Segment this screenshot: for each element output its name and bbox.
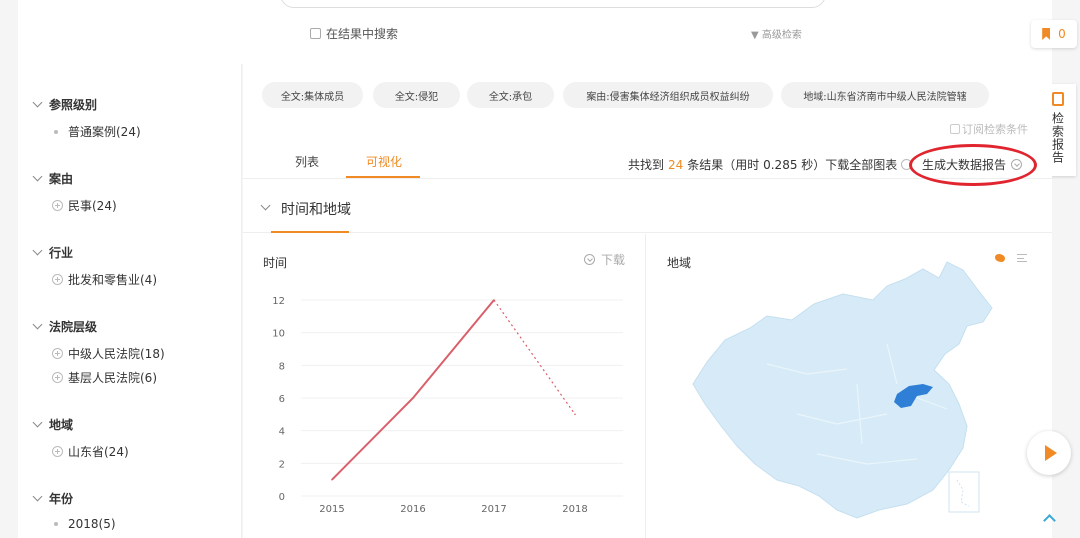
search-in-results-label: 在结果中搜索 xyxy=(326,27,399,41)
play-button[interactable] xyxy=(1027,431,1071,475)
advanced-search-link[interactable]: ▼ 高级检索 xyxy=(751,26,802,41)
y-tick-label: 12 xyxy=(272,296,285,307)
section-header-time-region[interactable]: 时间和地域 xyxy=(243,179,1052,233)
series-line-projected xyxy=(493,299,576,415)
results-count: 24 xyxy=(668,157,684,172)
south-sea-inset xyxy=(948,471,980,513)
expand-plus-icon[interactable] xyxy=(52,372,63,383)
y-tick-label: 0 xyxy=(279,492,285,503)
bookmark-icon xyxy=(1042,28,1051,40)
filter-item[interactable]: 中级人民法院(18) xyxy=(52,345,165,362)
section-title: 时间和地域 xyxy=(281,202,351,218)
filter-item[interactable]: 2018(5) xyxy=(52,517,116,531)
china-map-region xyxy=(692,261,993,519)
time-line-chart: 0 2 4 6 8 10 12 2015 2016 2017 2018 xyxy=(272,296,623,515)
chevron-down-icon xyxy=(32,319,43,330)
x-tick-label: 2017 xyxy=(481,504,506,515)
filter-chip[interactable]: 全文:集体成员 xyxy=(262,82,363,108)
y-tick-label: 4 xyxy=(279,427,285,438)
y-tick-label: 10 xyxy=(272,329,285,340)
china-map xyxy=(692,261,993,519)
x-tick-label: 2015 xyxy=(319,504,344,515)
search-in-results-option[interactable]: 在结果中搜索 xyxy=(310,25,398,42)
favorites-button[interactable]: 0 xyxy=(1031,20,1077,48)
main-content: 全文:集体成员 全文:侵犯 全文:承包 案由:侵害集体经济组织成员权益纠纷 地域… xyxy=(243,64,1052,538)
data-point[interactable] xyxy=(493,299,495,301)
data-point[interactable] xyxy=(412,397,414,399)
filter-chip[interactable]: 全文:承包 xyxy=(467,82,554,108)
data-point[interactable] xyxy=(574,413,576,416)
results-prefix: 共找到 xyxy=(628,158,665,172)
filter-item[interactable]: 民事(24) xyxy=(52,197,117,214)
search-input[interactable] xyxy=(280,0,826,8)
results-summary: 共找到 24 条结果（用时 0.285 秒）下载全部图表 xyxy=(628,156,918,173)
search-report-label: 检索报告 xyxy=(1050,112,1065,164)
x-tick-label: 2018 xyxy=(562,504,587,515)
filter-sidebar: 参照级别 普通案例(24) 案由 民事(24) 行业 批发和零售业(4) 法院层… xyxy=(18,64,242,538)
top-search-area: 在结果中搜索 ▼ 高级检索 xyxy=(18,0,1052,64)
y-tick-label: 8 xyxy=(279,361,285,372)
filter-item[interactable]: 山东省(24) xyxy=(52,443,129,460)
expand-plus-icon[interactable] xyxy=(52,348,63,359)
filter-chip[interactable]: 全文:侵犯 xyxy=(373,82,460,108)
subscribe-checkbox[interactable] xyxy=(950,124,960,134)
south-sea-islands xyxy=(956,479,970,507)
bullet-icon xyxy=(54,522,58,526)
subscribe-label: 订阅检索条件 xyxy=(962,123,1028,136)
chevron-down-icon xyxy=(32,417,43,428)
tab-visualization[interactable]: 可视化 xyxy=(366,153,402,170)
filter-group-title[interactable]: 法院层级 xyxy=(32,318,97,335)
section-title-underline xyxy=(271,231,349,233)
y-tick-label: 6 xyxy=(279,394,285,405)
bullet-icon xyxy=(54,129,58,134)
favorites-count: 0 xyxy=(1058,27,1066,41)
region-map-panel: 地域 xyxy=(647,234,1052,538)
search-in-results-checkbox[interactable] xyxy=(310,28,321,39)
filter-chip[interactable]: 地域:山东省济南市中级人民法院管辖 xyxy=(781,82,989,108)
chevron-down-icon xyxy=(32,491,43,502)
filter-group-title[interactable]: 参照级别 xyxy=(32,96,97,113)
time-chart-panel: 时间 下载 0 2 4 6 8 10 12 2015 2016 2017 2018 xyxy=(243,234,646,538)
filter-chip[interactable]: 案由:侵害集体经济组织成员权益纠纷 xyxy=(563,82,773,108)
filter-group-title[interactable]: 地域 xyxy=(32,416,73,433)
play-icon xyxy=(1045,445,1057,461)
filter-item[interactable]: 基层人民法院(6) xyxy=(52,369,157,386)
download-all-charts-link[interactable]: 条结果（用时 0.285 秒）下载全部图表 xyxy=(687,156,897,173)
filter-item[interactable]: 普通案例(24) xyxy=(52,123,141,140)
chevron-down-icon xyxy=(32,171,43,182)
filter-group-title[interactable]: 年份 xyxy=(32,490,73,507)
y-tick-label: 2 xyxy=(279,459,285,470)
chevron-down-icon xyxy=(260,200,271,211)
filter-group-title[interactable]: 案由 xyxy=(32,170,73,187)
chevron-down-icon xyxy=(32,245,43,256)
expand-plus-icon[interactable] xyxy=(52,274,63,285)
report-icon xyxy=(1052,92,1064,106)
tab-list[interactable]: 列表 xyxy=(295,153,319,170)
filter-item[interactable]: 批发和零售业(4) xyxy=(52,271,157,288)
filter-group-title[interactable]: 行业 xyxy=(32,244,73,261)
x-tick-label: 2016 xyxy=(400,504,425,515)
series-line xyxy=(331,299,495,481)
expand-plus-icon[interactable] xyxy=(52,446,63,457)
chevron-down-icon xyxy=(32,97,43,108)
expand-plus-icon[interactable] xyxy=(52,200,63,211)
data-point[interactable] xyxy=(331,478,333,481)
subscribe-search-conditions[interactable]: 订阅检索条件 xyxy=(950,121,1028,137)
